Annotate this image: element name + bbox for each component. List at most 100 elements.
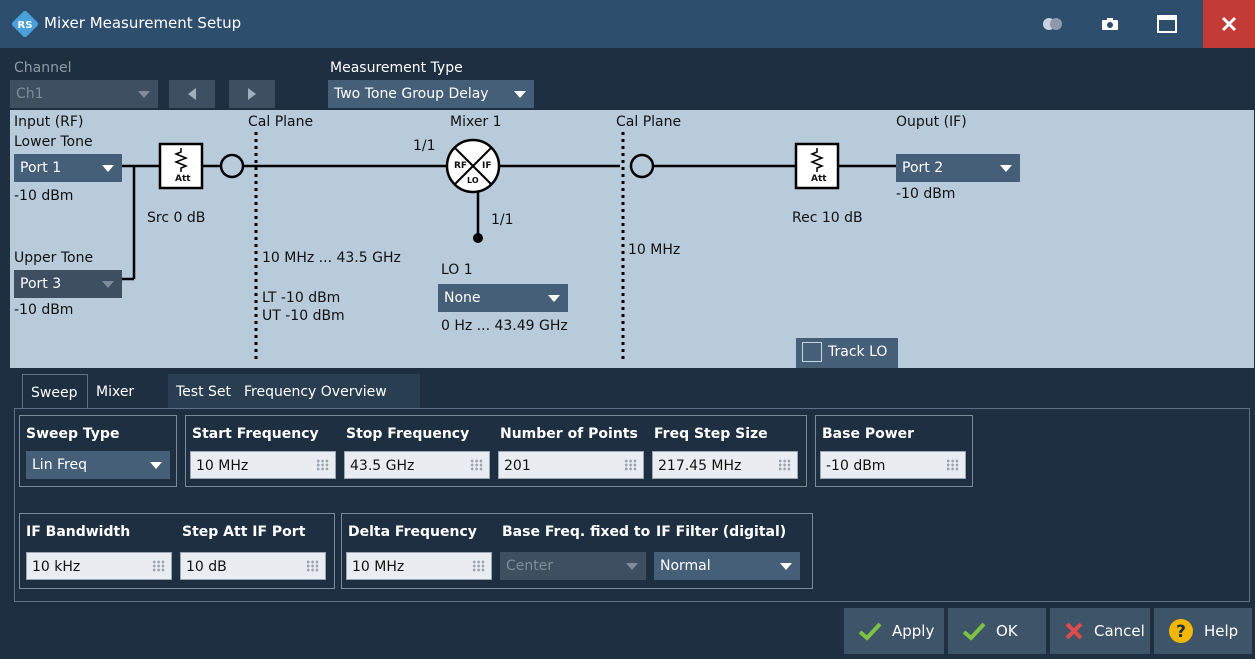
if-bw-input[interactable]: 10 kHz (26, 552, 172, 580)
next-channel-button[interactable] (229, 80, 275, 108)
lo-value: None (444, 290, 481, 306)
step-att-label: Step Att IF Port (182, 524, 306, 540)
mixer-label: Mixer 1 (450, 114, 502, 130)
help-label: Help (1204, 622, 1239, 640)
rs-logo-icon: RS (12, 11, 38, 37)
upper-tone-port-value: Port 3 (20, 276, 62, 292)
arrow-right-icon (248, 88, 256, 100)
toggle-icon[interactable] (1030, 0, 1076, 48)
sweep-type-label: Sweep Type (26, 426, 120, 442)
measurement-type-label: Measurement Type (330, 60, 463, 76)
keypad-icon[interactable] (470, 459, 483, 471)
base-power-value: -10 dBm (826, 458, 886, 474)
track-lo-label: Track LO (828, 344, 888, 360)
prev-channel-button[interactable] (169, 80, 215, 108)
if-group: IF Bandwidth 10 kHz Step Att IF Port 10 … (19, 513, 335, 589)
mixer-ratio-top: 1/1 (413, 138, 436, 154)
base-fixed-label: Base Freq. fixed to (502, 524, 651, 540)
help-icon: ? (1168, 618, 1194, 644)
upper-tone-power: -10 dBm (14, 302, 74, 318)
if-bw-value: 10 kHz (32, 559, 81, 575)
base-fixed-value: Center (506, 558, 554, 574)
measurement-type-select[interactable]: Two Tone Group Delay (328, 80, 534, 108)
start-freq-input[interactable]: 10 MHz (190, 451, 336, 479)
start-freq-value: 10 MHz (196, 458, 249, 474)
output-label: Ouput (IF) (896, 114, 967, 130)
keypad-icon[interactable] (472, 560, 485, 572)
if-filter-select[interactable]: Normal (654, 552, 800, 580)
upper-tone-label: Upper Tone (14, 250, 94, 266)
chevron-down-icon (780, 563, 792, 570)
chevron-down-icon (548, 295, 560, 302)
delta-freq-label: Delta Frequency (348, 524, 477, 540)
window-title: Mixer Measurement Setup (44, 14, 242, 32)
channel-value: Ch1 (16, 86, 44, 102)
num-points-label: Number of Points (500, 426, 638, 442)
output-port-select[interactable]: Port 2 (896, 154, 1020, 182)
lower-tone-power: -10 dBm (14, 188, 74, 204)
title-bar: RS Mixer Measurement Setup (0, 0, 1255, 48)
camera-icon[interactable] (1087, 0, 1133, 48)
close-button[interactable] (1203, 0, 1255, 48)
apply-button[interactable]: Apply (844, 608, 944, 654)
delta-freq-value: 10 MHz (352, 559, 405, 575)
base-power-input[interactable]: -10 dBm (820, 451, 966, 479)
keypad-icon[interactable] (946, 459, 959, 471)
chevron-down-icon (514, 91, 526, 98)
checkmark-icon (858, 621, 882, 641)
tab-sweep[interactable]: Sweep (22, 374, 88, 408)
lo-label: LO 1 (441, 262, 473, 278)
chevron-down-icon (138, 91, 150, 98)
base-fixed-select[interactable]: Center (500, 552, 646, 580)
sweep-type-select[interactable]: Lin Freq (26, 451, 170, 479)
channel-label: Channel (14, 60, 72, 76)
step-size-input[interactable]: 217.45 MHz (652, 451, 798, 479)
keypad-icon[interactable] (152, 560, 165, 572)
step-att-input[interactable]: 10 dB (180, 552, 326, 580)
close-icon (1221, 16, 1237, 32)
if-bw-label: IF Bandwidth (26, 524, 131, 540)
keypad-icon[interactable] (778, 459, 791, 471)
rec-label: Rec 10 dB (792, 210, 863, 226)
stop-freq-input[interactable]: 43.5 GHz (344, 451, 490, 479)
tab-mixer[interactable]: Mixer (88, 374, 168, 408)
step-size-value: 217.45 MHz (658, 458, 742, 474)
if-filter-value: Normal (660, 558, 711, 574)
cal-plane-1-label: Cal Plane (248, 114, 314, 130)
measurement-type-value: Two Tone Group Delay (334, 86, 489, 102)
keypad-icon[interactable] (306, 560, 319, 572)
mixer-lo-label: LO (467, 176, 479, 185)
delta-freq-input[interactable]: 10 MHz (346, 552, 492, 580)
ok-label: OK (996, 622, 1018, 640)
frequency-group: Start Frequency 10 MHz Stop Frequency 43… (185, 415, 807, 487)
svg-text:?: ? (1176, 622, 1186, 642)
upper-tone-port-select[interactable]: Port 3 (14, 270, 122, 298)
maximize-icon[interactable] (1144, 0, 1190, 48)
track-lo-checkbox[interactable]: Track LO (796, 338, 898, 368)
sweep-type-value: Lin Freq (32, 457, 87, 473)
chevron-down-icon (626, 563, 638, 570)
channel-select[interactable]: Ch1 (10, 80, 158, 108)
help-button[interactable]: ? Help (1154, 608, 1252, 654)
apply-label: Apply (892, 622, 935, 640)
cal-plane-1-ut: UT -10 dBm (262, 308, 345, 324)
ok-button[interactable]: OK (948, 608, 1046, 654)
lo-select[interactable]: None (438, 284, 568, 312)
tab-frequency-overview[interactable]: Frequency Overview (236, 374, 420, 408)
chevron-down-icon (102, 281, 114, 288)
svg-text:RS: RS (18, 20, 33, 31)
cancel-button[interactable]: Cancel (1050, 608, 1150, 654)
step-att-value: 10 dB (186, 559, 227, 575)
base-power-label: Base Power (822, 426, 915, 442)
lower-tone-port-select[interactable]: Port 1 (14, 154, 122, 182)
chevron-down-icon (1000, 165, 1012, 172)
tab-test-set[interactable]: Test Set (168, 374, 236, 408)
start-freq-label: Start Frequency (192, 426, 319, 442)
cal-plane-1-range: 10 MHz ... 43.5 GHz (262, 250, 401, 266)
rec-att-label: Att (811, 174, 827, 184)
keypad-icon[interactable] (316, 459, 329, 471)
chevron-down-icon (102, 165, 114, 172)
num-points-input[interactable]: 201 (498, 451, 644, 479)
step-size-label: Freq Step Size (654, 426, 768, 442)
keypad-icon[interactable] (624, 459, 637, 471)
